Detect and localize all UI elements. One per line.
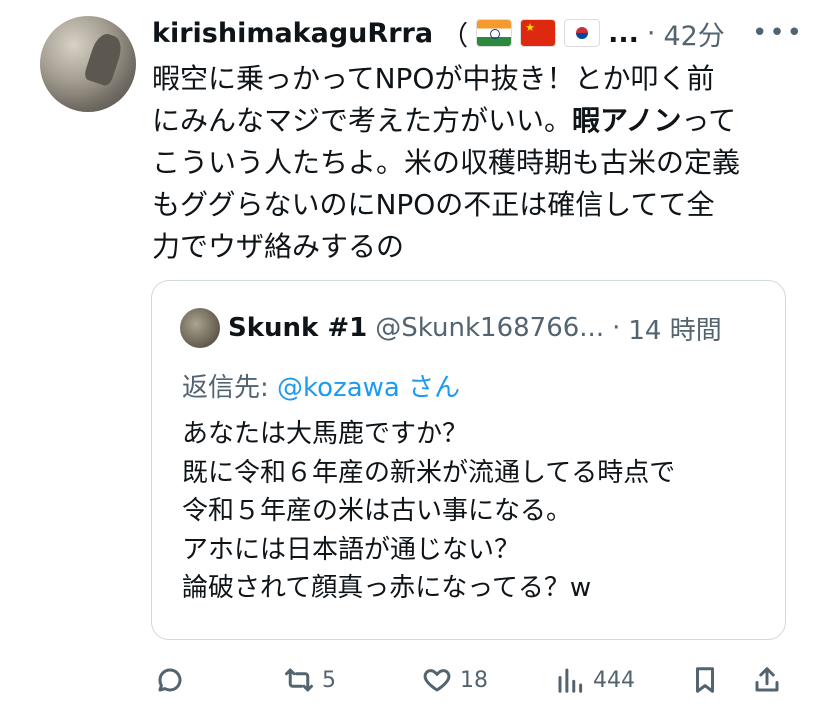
reply-icon — [158, 668, 182, 692]
tweet-line: 力でウザ絡みするの — [152, 230, 405, 263]
quoted-tweet-text: あなたは大馬鹿ですか？ 既に令和６年産の新米が流通してる時点で 令和５年産の米は… — [182, 415, 762, 608]
share-icon — [755, 667, 779, 692]
reply-to-label: 返信先: — [182, 373, 269, 403]
reply-to-suffix: さん — [408, 373, 461, 403]
author-display-name[interactable]: kirishimakaguRrra — [152, 18, 433, 49]
reply-to-line: 返信先: @kozawa さん — [182, 367, 460, 404]
views-icon — [558, 668, 583, 693]
time-separator: · — [646, 17, 656, 49]
tweet-line: もググらないのにNPOの不正は確信してて全 — [152, 188, 715, 221]
south-korea-flag-icon — [564, 19, 601, 47]
quoted-tweet-header: Skunk #1 @Skunk168766... · 14 時間 — [180, 308, 722, 348]
bookmark-button[interactable] — [690, 660, 720, 700]
quoted-author-name: Skunk #1 — [228, 313, 368, 343]
views-count: 444 — [593, 667, 635, 693]
india-flag-icon — [476, 19, 513, 47]
china-flag-icon — [520, 19, 557, 47]
bookmark-icon — [696, 667, 714, 693]
share-button[interactable] — [752, 660, 782, 700]
tweet-line: 暇空に乗っかってNPOが中抜き！とか叩く前 — [152, 62, 715, 95]
author-avatar[interactable] — [40, 16, 136, 112]
reply-button[interactable] — [155, 660, 193, 700]
action-bar: 5 18 444 — [0, 660, 827, 700]
quoted-line: アホには日本語が通じない？ — [182, 534, 521, 565]
quoted-tweet-card[interactable]: Skunk #1 @Skunk168766... · 14 時間 返信先: @k… — [151, 280, 786, 640]
quoted-line: 論破されて顔真っ赤になってる？w — [182, 573, 592, 603]
tweet-line: こういう人たちよ。米の収穫時期も古米の定義 — [152, 146, 741, 179]
more-options-icon[interactable]: ••• — [752, 18, 804, 48]
name-paren: （ — [441, 20, 469, 52]
tweet-time[interactable]: 42分 — [663, 14, 724, 53]
name-ellipsis: ... — [608, 17, 639, 49]
quoted-line: 既に令和６年産の新米が流通してる時点で — [182, 457, 676, 488]
like-button[interactable]: 18 — [422, 660, 488, 700]
quoted-author-handle: @Skunk168766... — [375, 313, 605, 343]
tweet-text: 暇空に乗っかってNPOが中抜き！とか叩く前 にみんなマジで考えた方がいい。暇アノ… — [152, 58, 802, 268]
quoted-time-separator: · — [612, 313, 621, 343]
tweet-header: kirishimakaguRrra （ ... · 42分 — [152, 14, 725, 52]
retweet-button[interactable]: 5 — [284, 660, 336, 700]
reply-to-mention[interactable]: @kozawa — [277, 373, 400, 403]
quoted-tweet-time: 14 時間 — [628, 315, 722, 346]
quoted-line: 令和５年産の米は古い事になる。 — [182, 496, 573, 526]
quoted-author-avatar — [180, 308, 220, 348]
heart-icon — [423, 669, 451, 692]
views-button[interactable]: 444 — [555, 660, 635, 700]
retweet-icon — [285, 668, 313, 692]
retweet-count: 5 — [322, 667, 336, 693]
quoted-line: あなたは大馬鹿ですか？ — [182, 419, 469, 449]
like-count: 18 — [460, 667, 488, 693]
tweet-line: にみんなマジで考えた方がいい。暇アノンって — [152, 104, 737, 137]
